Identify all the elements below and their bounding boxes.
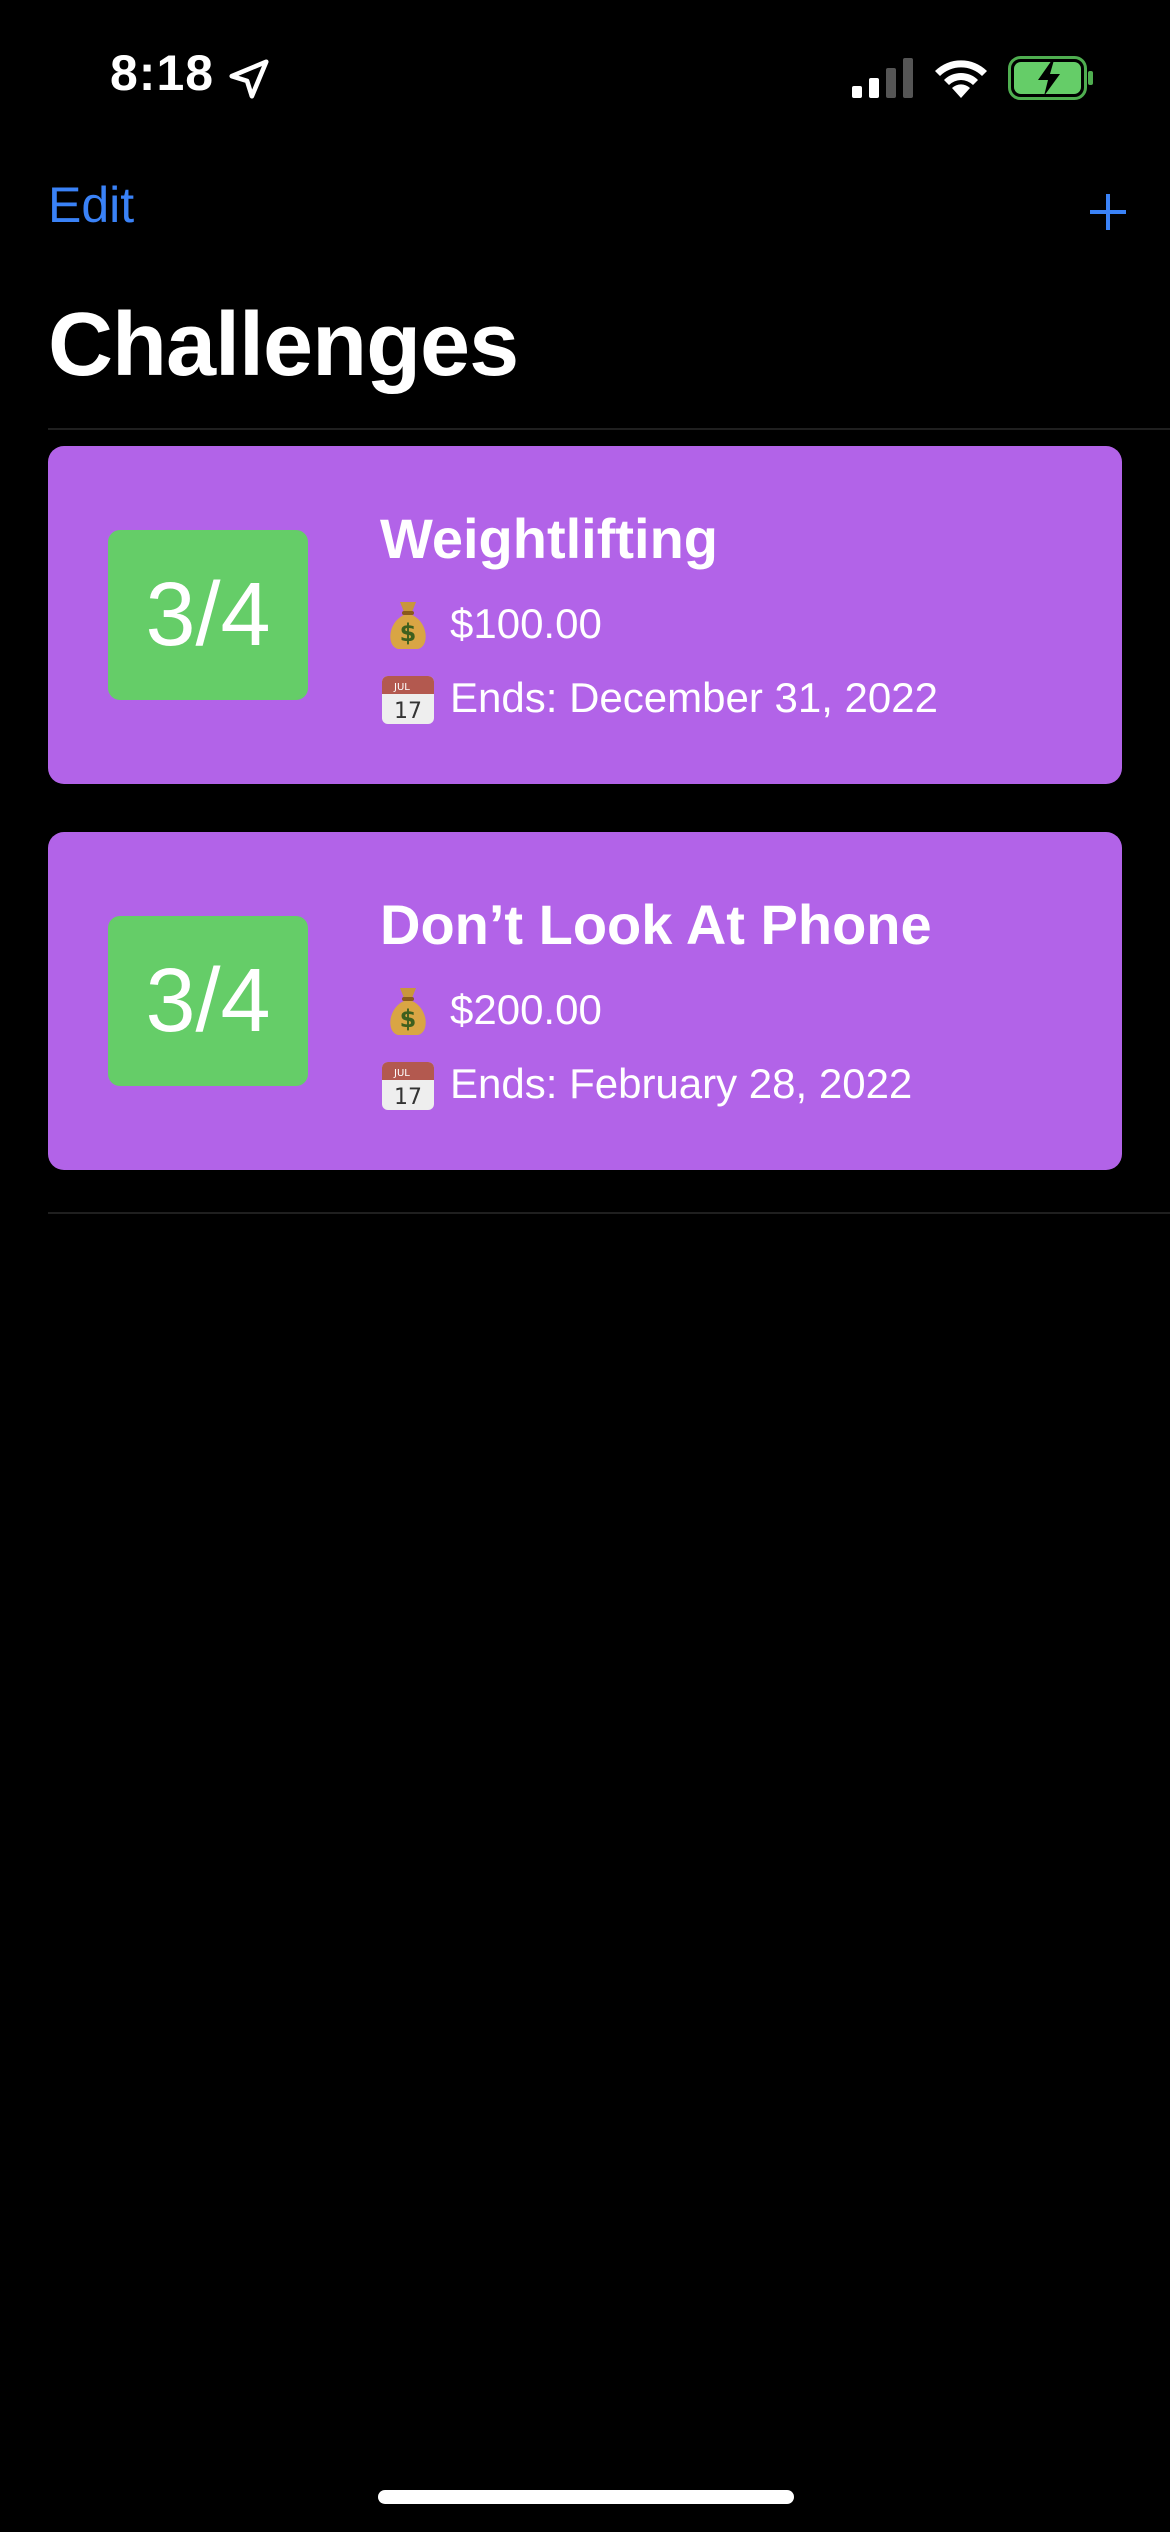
status-time: 8:18 — [110, 45, 215, 101]
progress-badge: 3/4 — [108, 530, 308, 700]
money-bag-icon: $ — [390, 988, 426, 1035]
add-button[interactable] — [1088, 184, 1128, 240]
calendar-icon: JUL 17 — [382, 676, 434, 724]
edit-button[interactable]: Edit — [48, 176, 134, 234]
end-date-row: JUL 17 Ends: February 28, 2022 — [380, 1056, 912, 1112]
svg-text:$: $ — [400, 1005, 417, 1033]
stake-row: $ $100.00 — [380, 596, 602, 652]
wifi-icon — [935, 60, 987, 98]
end-date: Ends: February 28, 2022 — [450, 1060, 913, 1107]
svg-text:$: $ — [400, 619, 417, 647]
svg-text:JUL: JUL — [393, 1068, 410, 1079]
stake-amount: $200.00 — [450, 986, 602, 1033]
challenge-card[interactable]: 3/4 Don’t Look At Phone $ $200.00 JUL 17… — [48, 832, 1122, 1170]
progress-badge: 3/4 — [108, 916, 308, 1086]
list-top-divider — [48, 428, 1170, 430]
svg-text:17: 17 — [394, 1085, 422, 1110]
challenge-card[interactable]: 3/4 Weightlifting $ $100.00 JUL 17 Ends:… — [48, 446, 1122, 784]
money-bag-icon: $ — [390, 602, 426, 649]
challenge-list: 3/4 Weightlifting $ $100.00 JUL 17 Ends:… — [48, 446, 1122, 1218]
list-bottom-divider — [48, 1212, 1170, 1214]
svg-text:17: 17 — [394, 699, 422, 724]
stake-amount: $100.00 — [450, 600, 602, 647]
home-indicator[interactable] — [378, 2490, 794, 2504]
cellular-signal-icon — [852, 58, 913, 98]
challenge-title: Weightlifting — [380, 507, 718, 570]
battery-charging-icon — [1008, 56, 1093, 100]
end-date-row: JUL 17 Ends: December 31, 2022 — [380, 670, 938, 726]
end-date: Ends: December 31, 2022 — [450, 674, 938, 721]
challenge-title: Don’t Look At Phone — [380, 893, 932, 956]
status-bar: 8:18 — [0, 0, 1170, 150]
location-arrow-icon — [229, 59, 269, 99]
svg-text:JUL: JUL — [393, 682, 410, 693]
page-title: Challenges — [48, 295, 519, 395]
stake-row: $ $200.00 — [380, 982, 602, 1038]
calendar-icon: JUL 17 — [382, 1062, 434, 1110]
